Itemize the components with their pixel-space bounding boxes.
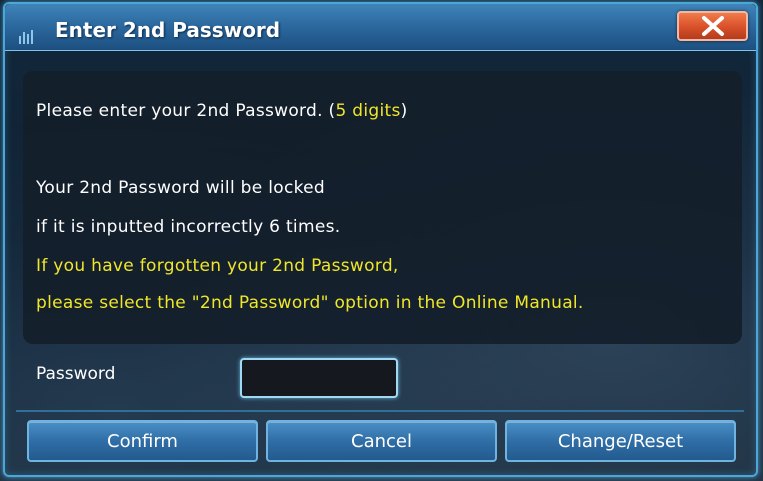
password-input[interactable] <box>240 358 398 398</box>
confirm-button[interactable]: Confirm <box>27 420 258 462</box>
password-label: Password <box>36 364 116 384</box>
change-reset-button[interactable]: Change/Reset <box>505 420 736 462</box>
signal-bars-icon <box>19 30 33 44</box>
instruction-line: Please enter your 2nd Password. (5 digit… <box>36 101 408 121</box>
digit-count-highlight: 5 digits <box>335 101 401 121</box>
lock-warning-line-2: if it is inputted incorrectly 6 times. <box>36 217 341 237</box>
lock-warning-line-1: Your 2nd Password will be locked <box>36 178 325 198</box>
instruction-suffix: ) <box>400 101 408 121</box>
instruction-text: Please enter your 2nd Password. ( <box>36 101 336 121</box>
close-x-icon <box>701 16 724 36</box>
forgotten-notice-line-1: If you have forgotten your 2nd Password, <box>36 256 399 276</box>
close-button[interactable] <box>677 11 748 41</box>
divider <box>16 410 744 412</box>
dialog-title: Enter 2nd Password <box>55 18 281 42</box>
cancel-button[interactable]: Cancel <box>266 420 497 462</box>
dialog-title-bar: Enter 2nd Password <box>5 4 756 51</box>
forgotten-notice-line-2: please select the "2nd Password" option … <box>36 293 584 313</box>
